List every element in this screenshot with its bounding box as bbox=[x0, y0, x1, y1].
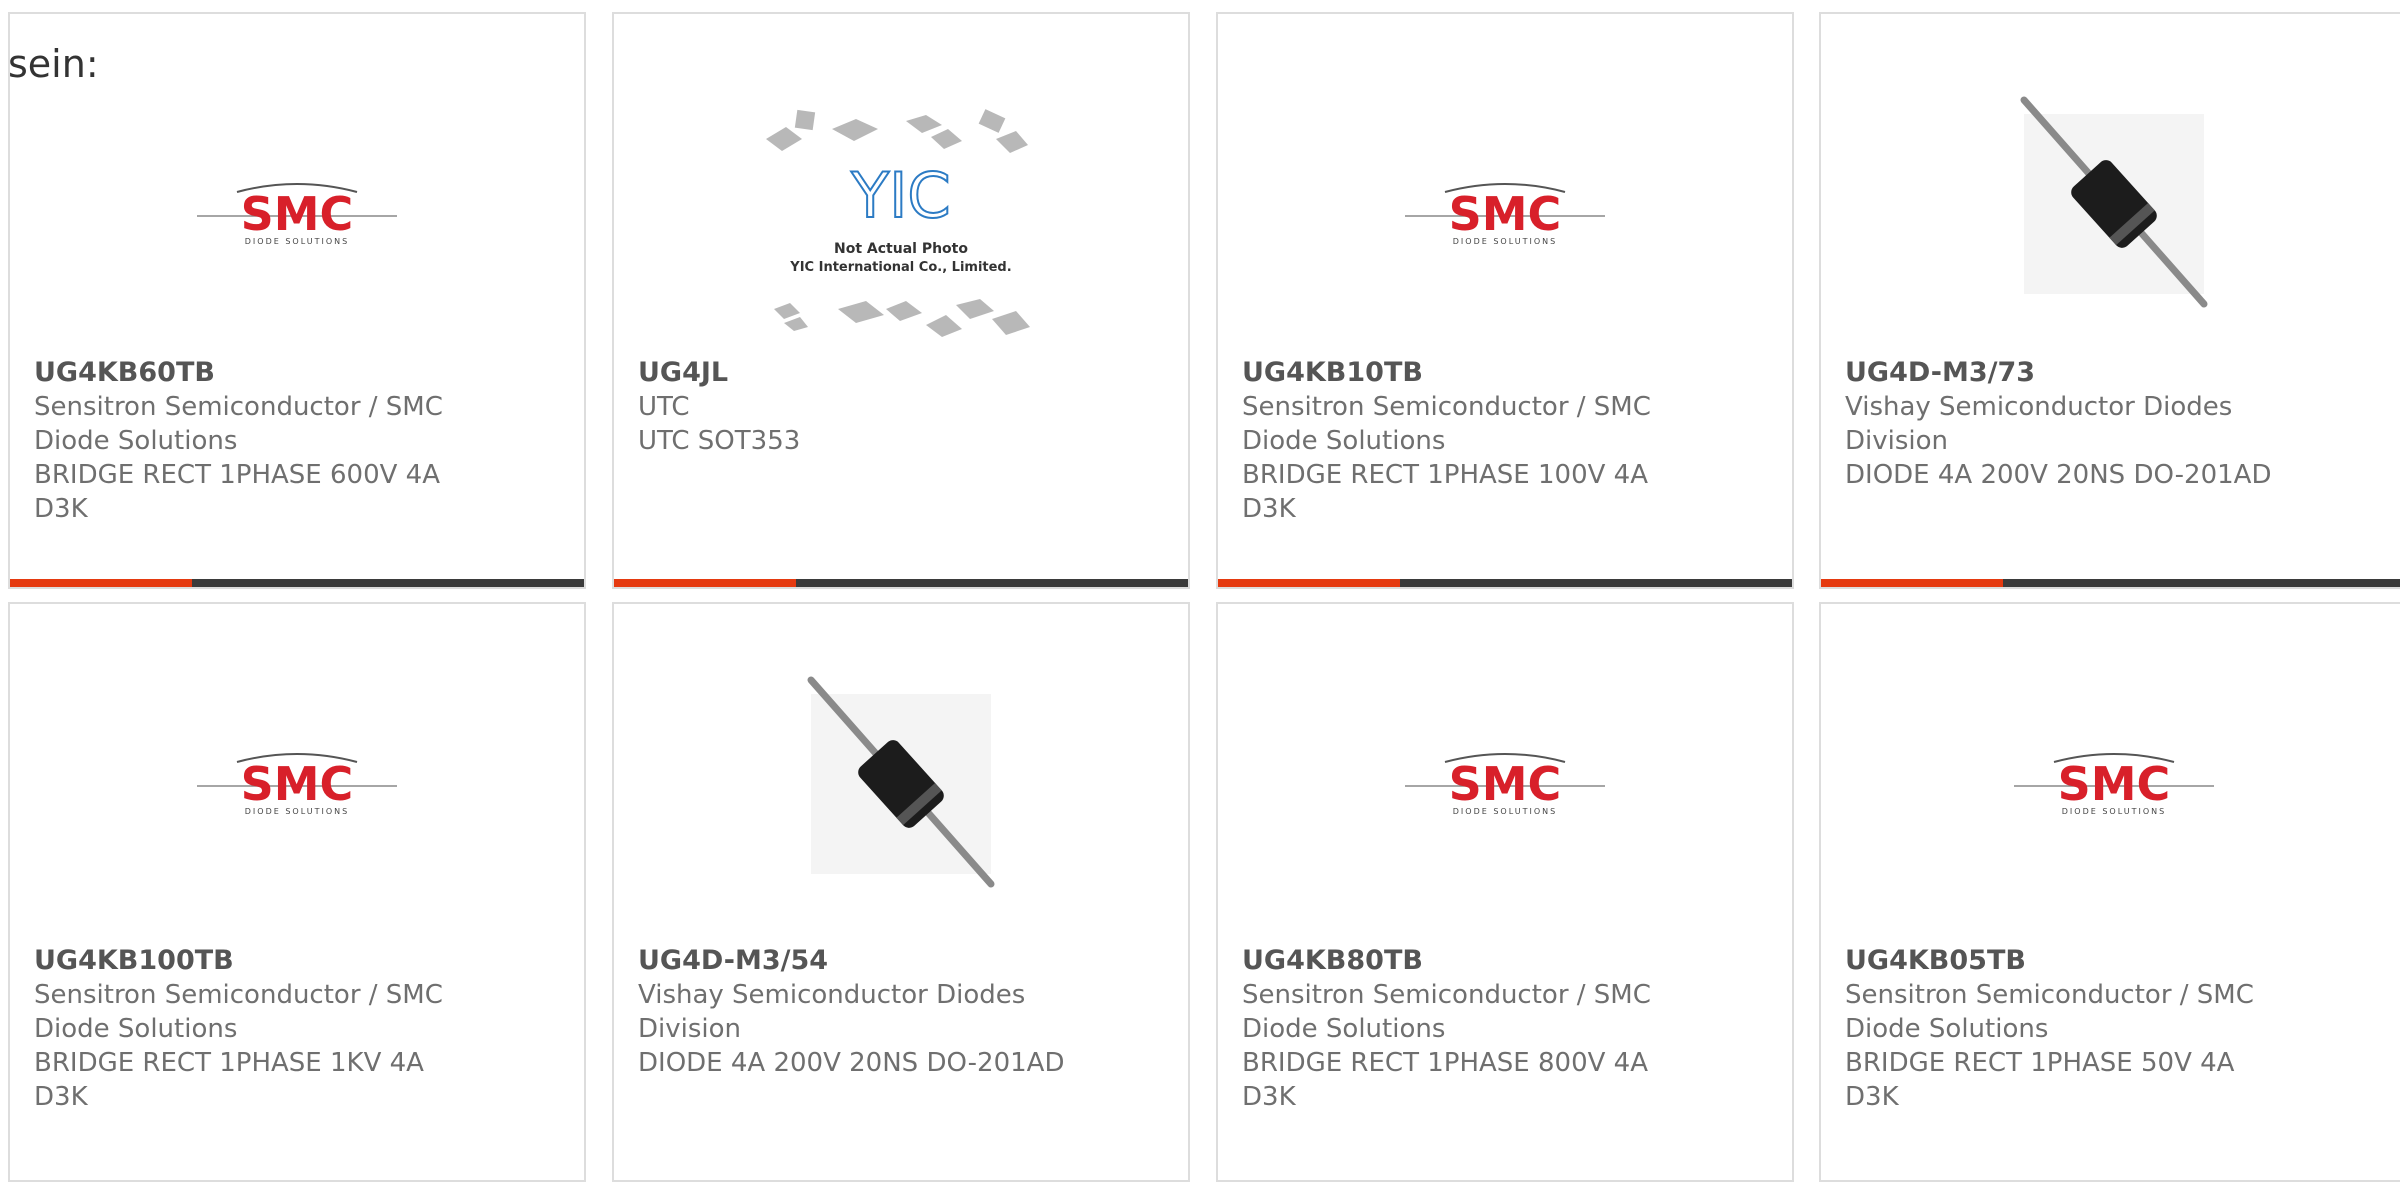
manufacturer-line-1: Sensitron Semiconductor / SMC bbox=[1242, 980, 1651, 1010]
manufacturer-line-1: Sensitron Semiconductor / SMC bbox=[34, 980, 443, 1010]
axial-diode-icon bbox=[2020, 96, 2208, 308]
card-accent bbox=[10, 579, 192, 587]
svg-text:SMC: SMC bbox=[2058, 757, 2171, 811]
description-line-1: DIODE 4A 200V 20NS DO-201AD bbox=[1845, 460, 2272, 490]
svg-text:YIC: YIC bbox=[850, 159, 950, 232]
smc-logo-icon: SMC DIODE SOLUTIONS bbox=[2014, 753, 2214, 816]
svg-text:DIODE SOLUTIONS: DIODE SOLUTIONS bbox=[2062, 807, 2166, 816]
product-card-ug4jl[interactable]: YIC Not Actual Photo YIC International C… bbox=[612, 12, 1190, 589]
product-card-ug4kb05tb[interactable]: SMC DIODE SOLUTIONS UG4KB05TB Sensitron … bbox=[1819, 602, 2400, 1182]
part-number[interactable]: UG4D-M3/54 bbox=[638, 944, 1168, 978]
svg-text:YIC International Co., Limited: YIC International Co., Limited. bbox=[789, 260, 1011, 275]
part-number[interactable]: UG4KB10TB bbox=[1242, 356, 1772, 390]
manufacturer-line-2: Diode Solutions bbox=[1242, 426, 1446, 456]
description-line-2: D3K bbox=[34, 494, 88, 524]
card-bottom-bar bbox=[10, 579, 584, 587]
manufacturer-line-1: Sensitron Semiconductor / SMC bbox=[34, 392, 443, 422]
card-accent bbox=[1821, 579, 2003, 587]
description-line-2: D3K bbox=[1242, 1082, 1296, 1112]
product-card-ug4d-m3-54[interactable]: UG4D-M3/54 Vishay Semiconductor Diodes D… bbox=[612, 602, 1190, 1182]
product-info: UG4D-M3/73 Vishay Semiconductor Diodes D… bbox=[1845, 356, 2387, 492]
product-image[interactable]: SMC DIODE SOLUTIONS bbox=[1218, 664, 1792, 904]
manufacturer-line-2: Division bbox=[638, 1014, 742, 1044]
part-number[interactable]: UG4D-M3/73 bbox=[1845, 356, 2387, 390]
product-card-ug4kb60tb[interactable]: SMC DIODE SOLUTIONS UG4KB60TB Sensitron … bbox=[8, 12, 586, 589]
description-line-1: BRIDGE RECT 1PHASE 600V 4A bbox=[34, 460, 440, 490]
svg-text:DIODE SOLUTIONS: DIODE SOLUTIONS bbox=[245, 807, 349, 816]
description-line-1: UTC SOT353 bbox=[638, 426, 801, 456]
description-line-2: D3K bbox=[1845, 1082, 1899, 1112]
product-image[interactable]: SMC DIODE SOLUTIONS bbox=[1218, 94, 1792, 334]
part-number[interactable]: UG4JL bbox=[638, 356, 1168, 390]
smc-logo-icon: SMC DIODE SOLUTIONS bbox=[197, 183, 397, 246]
product-card-ug4kb100tb[interactable]: SMC DIODE SOLUTIONS UG4KB100TB Sensitron… bbox=[8, 602, 586, 1182]
product-info: UG4KB60TB Sensitron Semiconductor / SMC … bbox=[34, 356, 564, 526]
intro-text: sein: bbox=[8, 42, 99, 86]
svg-text:SMC: SMC bbox=[241, 187, 354, 241]
product-card-ug4kb10tb[interactable]: SMC DIODE SOLUTIONS UG4KB10TB Sensitron … bbox=[1216, 12, 1794, 589]
product-info: UG4KB10TB Sensitron Semiconductor / SMC … bbox=[1242, 356, 1772, 526]
description-line-2: D3K bbox=[34, 1082, 88, 1112]
product-image[interactable]: SMC DIODE SOLUTIONS bbox=[1821, 664, 2400, 904]
product-image[interactable] bbox=[1821, 74, 2400, 334]
manufacturer-line-1: Vishay Semiconductor Diodes bbox=[1845, 392, 2233, 422]
product-info: UG4KB80TB Sensitron Semiconductor / SMC … bbox=[1242, 944, 1772, 1114]
manufacturer-line-1: Sensitron Semiconductor / SMC bbox=[1845, 980, 2254, 1010]
svg-text:DIODE SOLUTIONS: DIODE SOLUTIONS bbox=[1453, 237, 1557, 246]
manufacturer-line-2: Division bbox=[1845, 426, 1949, 456]
product-card-ug4d-m3-73[interactable]: UG4D-M3/73 Vishay Semiconductor Diodes D… bbox=[1819, 12, 2400, 589]
card-bottom-bar bbox=[1821, 579, 2400, 587]
product-card-ug4kb80tb[interactable]: SMC DIODE SOLUTIONS UG4KB80TB Sensitron … bbox=[1216, 602, 1794, 1182]
product-image[interactable] bbox=[614, 654, 1188, 914]
svg-text:DIODE SOLUTIONS: DIODE SOLUTIONS bbox=[245, 237, 349, 246]
description-line-2: D3K bbox=[1242, 494, 1296, 524]
manufacturer-line-2: Diode Solutions bbox=[1242, 1014, 1446, 1044]
part-number[interactable]: UG4KB80TB bbox=[1242, 944, 1772, 978]
svg-text:DIODE SOLUTIONS: DIODE SOLUTIONS bbox=[1453, 807, 1557, 816]
description-line-1: BRIDGE RECT 1PHASE 50V 4A bbox=[1845, 1048, 2235, 1078]
manufacturer-line-2: Diode Solutions bbox=[34, 1014, 238, 1044]
product-image[interactable]: SMC DIODE SOLUTIONS bbox=[10, 664, 584, 904]
placeholder-image-icon: YIC Not Actual Photo YIC International C… bbox=[766, 109, 1030, 337]
svg-text:SMC: SMC bbox=[1449, 187, 1562, 241]
product-info: UG4KB05TB Sensitron Semiconductor / SMC … bbox=[1845, 944, 2387, 1114]
card-accent bbox=[614, 579, 796, 587]
axial-diode-icon bbox=[807, 676, 995, 888]
smc-logo-icon: SMC DIODE SOLUTIONS bbox=[197, 753, 397, 816]
svg-text:SMC: SMC bbox=[1449, 757, 1562, 811]
svg-text:Not Actual Photo: Not Actual Photo bbox=[834, 241, 968, 257]
product-image[interactable]: YIC Not Actual Photo YIC International C… bbox=[614, 104, 1188, 354]
smc-logo-icon: SMC DIODE SOLUTIONS bbox=[1405, 183, 1605, 246]
part-number[interactable]: UG4KB60TB bbox=[34, 356, 564, 390]
description-line-1: BRIDGE RECT 1PHASE 100V 4A bbox=[1242, 460, 1648, 490]
card-accent bbox=[1218, 579, 1400, 587]
description-line-1: BRIDGE RECT 1PHASE 1KV 4A bbox=[34, 1048, 424, 1078]
product-image[interactable]: SMC DIODE SOLUTIONS bbox=[10, 94, 584, 334]
manufacturer-line-2: Diode Solutions bbox=[1845, 1014, 2049, 1044]
product-info: UG4JL UTC UTC SOT353 bbox=[638, 356, 1168, 458]
manufacturer-line-2: Diode Solutions bbox=[34, 426, 238, 456]
manufacturer-line-1: UTC bbox=[638, 392, 690, 422]
description-line-1: BRIDGE RECT 1PHASE 800V 4A bbox=[1242, 1048, 1648, 1078]
part-number[interactable]: UG4KB100TB bbox=[34, 944, 564, 978]
manufacturer-line-1: Vishay Semiconductor Diodes bbox=[638, 980, 1026, 1010]
card-bottom-bar bbox=[1218, 579, 1792, 587]
svg-text:SMC: SMC bbox=[241, 757, 354, 811]
smc-logo-icon: SMC DIODE SOLUTIONS bbox=[1405, 753, 1605, 816]
product-info: UG4KB100TB Sensitron Semiconductor / SMC… bbox=[34, 944, 564, 1114]
part-number[interactable]: UG4KB05TB bbox=[1845, 944, 2387, 978]
description-line-1: DIODE 4A 200V 20NS DO-201AD bbox=[638, 1048, 1065, 1078]
manufacturer-line-1: Sensitron Semiconductor / SMC bbox=[1242, 392, 1651, 422]
product-info: UG4D-M3/54 Vishay Semiconductor Diodes D… bbox=[638, 944, 1168, 1080]
card-bottom-bar bbox=[614, 579, 1188, 587]
